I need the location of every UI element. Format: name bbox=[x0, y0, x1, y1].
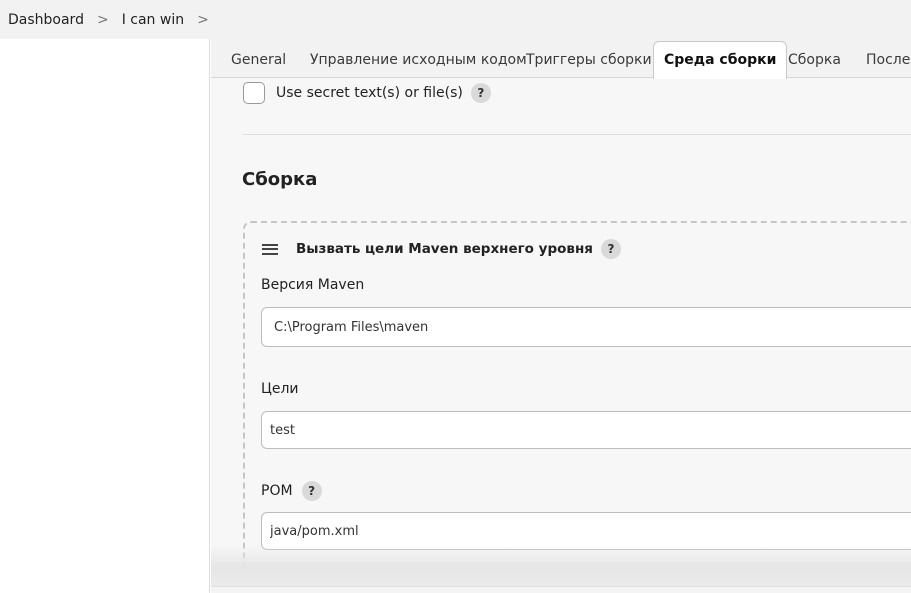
build-section-title: Сборка bbox=[242, 169, 318, 190]
pom-label: POM ? bbox=[261, 481, 322, 501]
step-header: Вызвать цели Maven верхнего уровня ? bbox=[262, 239, 621, 259]
drag-handle-icon[interactable] bbox=[262, 243, 278, 255]
maven-version-label: Версия Maven bbox=[261, 277, 364, 293]
goals-field[interactable] bbox=[261, 411, 911, 449]
config-content: Use secret text(s) or file(s) ? Сборка В… bbox=[211, 78, 911, 593]
config-main: General Управление исходным кодом Тригге… bbox=[211, 39, 911, 593]
help-icon[interactable]: ? bbox=[470, 83, 491, 103]
maven-build-step: Вызвать цели Maven верхнего уровня ? Вер… bbox=[243, 221, 911, 593]
maven-version-field[interactable] bbox=[261, 307, 911, 347]
goals-label-text: Цели bbox=[261, 381, 299, 397]
breadcrumb-dashboard[interactable]: Dashboard bbox=[8, 12, 84, 28]
goals-label: Цели bbox=[261, 381, 299, 397]
chevron-right-icon: > bbox=[96, 11, 109, 28]
maven-version-label-text: Версия Maven bbox=[261, 277, 365, 293]
tab-general[interactable]: General bbox=[231, 39, 286, 78]
section-divider bbox=[243, 134, 911, 135]
bottom-action-bar bbox=[211, 586, 911, 593]
help-icon[interactable]: ? bbox=[301, 481, 322, 501]
breadcrumb-job[interactable]: I can win bbox=[122, 12, 184, 28]
tab-build-environment[interactable]: Среда сборки bbox=[653, 41, 788, 79]
secret-option: Use secret text(s) or file(s) ? bbox=[243, 82, 491, 104]
help-icon[interactable]: ? bbox=[600, 239, 621, 259]
tab-post-build[interactable]: Послес bbox=[866, 39, 911, 78]
tab-build-triggers[interactable]: Триггеры сборки bbox=[526, 39, 652, 78]
tab-source-code-management[interactable]: Управление исходным кодом bbox=[310, 39, 527, 78]
secret-checkbox[interactable] bbox=[243, 82, 265, 104]
step-title: Вызвать цели Maven верхнего уровня bbox=[296, 241, 593, 257]
chevron-right-icon[interactable]: > bbox=[197, 12, 209, 28]
sidebar bbox=[0, 39, 210, 593]
pom-label-text: POM bbox=[261, 483, 293, 499]
config-tabs: General Управление исходным кодом Тригге… bbox=[211, 39, 911, 79]
breadcrumb: Dashboard > I can win > bbox=[0, 0, 911, 39]
secret-checkbox-label[interactable]: Use secret text(s) or file(s) bbox=[276, 85, 463, 101]
tab-build[interactable]: Сборка bbox=[788, 39, 841, 78]
